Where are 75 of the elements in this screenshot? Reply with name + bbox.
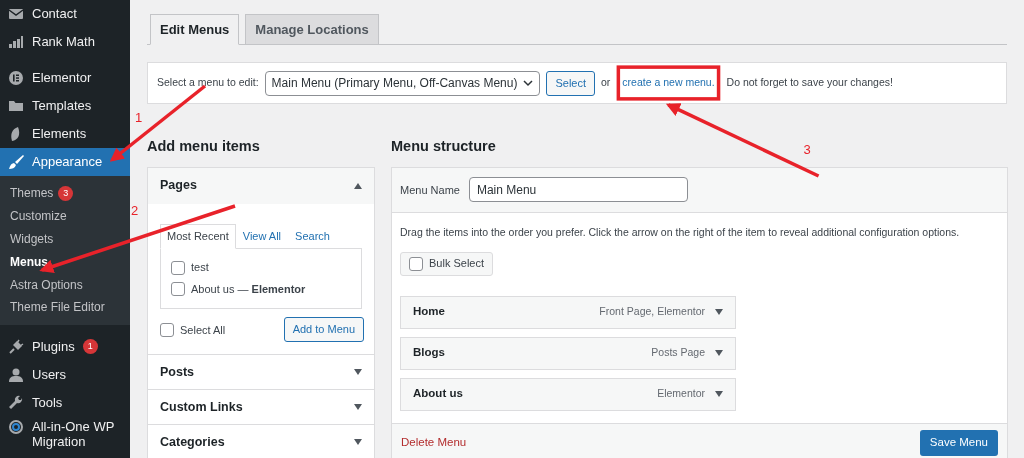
tab[interactable]: Search bbox=[288, 223, 337, 249]
submenu-item[interactable]: Themes 3 bbox=[0, 182, 130, 205]
plug-icon bbox=[8, 338, 24, 355]
sidebar-item[interactable]: Templates bbox=[0, 92, 130, 120]
submenu-item[interactable]: Menus bbox=[0, 250, 130, 274]
expand-arrow-icon[interactable] bbox=[715, 309, 723, 315]
submenu-item[interactable]: Astra Options bbox=[0, 273, 130, 296]
field-label: Select a menu to edit: bbox=[157, 75, 259, 91]
sidebar-item[interactable]: Appearance bbox=[0, 148, 130, 176]
envelope-icon bbox=[8, 6, 24, 22]
accordion-header[interactable]: Posts bbox=[148, 354, 374, 390]
accordion-header[interactable]: Categories bbox=[148, 424, 374, 458]
sidebar-item[interactable]: Rank Math bbox=[0, 28, 130, 56]
sidebar-item[interactable]: Elements bbox=[0, 120, 130, 148]
select-button[interactable]: Select bbox=[546, 70, 595, 96]
submenu-item[interactable]: Customize bbox=[0, 204, 130, 228]
checkbox[interactable] bbox=[160, 322, 174, 337]
menu-dropdown[interactable]: Main Menu (Primary Menu, Off-Canvas Menu) bbox=[264, 70, 541, 96]
checkbox[interactable] bbox=[409, 256, 423, 271]
submenu-item[interactable]: Widgets bbox=[0, 227, 130, 251]
expand-arrow-icon[interactable] bbox=[354, 439, 362, 446]
add-to-menu-button[interactable]: Add to Menu bbox=[283, 317, 364, 343]
count-badge: 1 bbox=[82, 339, 98, 355]
callout-number: 3 bbox=[803, 141, 811, 159]
bulk-select-button[interactable]: Bulk Select bbox=[400, 251, 494, 276]
create-menu-link[interactable]: create a new menu. bbox=[622, 75, 715, 91]
menu-item-bar[interactable]: Blogs Posts Page bbox=[400, 336, 736, 370]
wrench-icon bbox=[8, 394, 24, 411]
callout-number: 1 bbox=[135, 109, 143, 127]
expand-arrow-icon[interactable] bbox=[354, 404, 362, 411]
tab[interactable]: Edit Menus bbox=[150, 14, 240, 45]
item-type-text: Elementor bbox=[657, 386, 705, 402]
item-type-text: Posts Page bbox=[651, 345, 705, 361]
collapse-arrow-icon[interactable] bbox=[354, 182, 362, 189]
helper-text: or bbox=[601, 75, 611, 91]
expand-arrow-icon[interactable] bbox=[715, 391, 723, 397]
checkbox-label: Select All bbox=[180, 322, 226, 338]
checkbox-label: About us — Elementor bbox=[191, 281, 306, 297]
expand-arrow-icon[interactable] bbox=[354, 369, 362, 376]
checkbox[interactable] bbox=[171, 282, 185, 296]
sidebar-item[interactable]: Users bbox=[0, 360, 130, 389]
chevron-down-icon bbox=[523, 79, 534, 87]
accordion-header[interactable]: Custom Links bbox=[148, 389, 374, 425]
sidebar-item[interactable]: All-in-One WP Migration bbox=[0, 416, 130, 453]
person-icon bbox=[8, 366, 24, 383]
tab[interactable]: View All bbox=[235, 223, 289, 249]
section-heading: Menu structure bbox=[391, 137, 496, 156]
helper-text: Do not forget to save your changes! bbox=[726, 75, 893, 91]
tab[interactable]: Most Recent bbox=[160, 223, 236, 250]
menu-item-bar[interactable]: Home Front Page, Elementor bbox=[400, 295, 736, 329]
field-label: Menu Name bbox=[400, 182, 460, 198]
sidebar-item[interactable]: Plugins 1 bbox=[0, 332, 130, 361]
tab[interactable]: Manage Locations bbox=[245, 14, 379, 45]
menu-item-bar[interactable]: About us Elementor bbox=[400, 377, 736, 411]
save-menu-button[interactable]: Save Menu bbox=[919, 430, 998, 456]
submenu-item[interactable]: Theme File Editor bbox=[0, 296, 130, 319]
sidebar-item[interactable]: Contact bbox=[0, 0, 130, 28]
bar-chart-icon bbox=[8, 34, 24, 50]
delete-menu-link[interactable]: Delete Menu bbox=[401, 434, 467, 452]
checkbox-label: test bbox=[191, 260, 209, 276]
callout-number: 2 bbox=[131, 202, 139, 220]
menu-name-field[interactable]: Main Menu bbox=[468, 177, 688, 203]
expand-arrow-icon[interactable] bbox=[715, 350, 723, 356]
accordion-header[interactable]: Pages bbox=[148, 166, 374, 204]
checkbox[interactable] bbox=[171, 260, 185, 275]
circular-arrows-icon bbox=[8, 418, 24, 435]
sidebar-item[interactable]: Elementor bbox=[0, 64, 130, 92]
count-badge: 3 bbox=[58, 185, 74, 201]
round-logo-icon bbox=[8, 70, 24, 86]
paintbrush-icon bbox=[8, 154, 24, 170]
section-heading: Add menu items bbox=[147, 137, 260, 156]
sidebar-item[interactable]: Tools bbox=[0, 388, 130, 417]
item-type-text: Front Page, Elementor bbox=[599, 304, 705, 320]
folder-icon bbox=[8, 98, 24, 114]
instructions-text: Drag the items into the order you prefer. Click the arrow on the right of the item to reveal additional configuration options. bbox=[400, 224, 961, 240]
